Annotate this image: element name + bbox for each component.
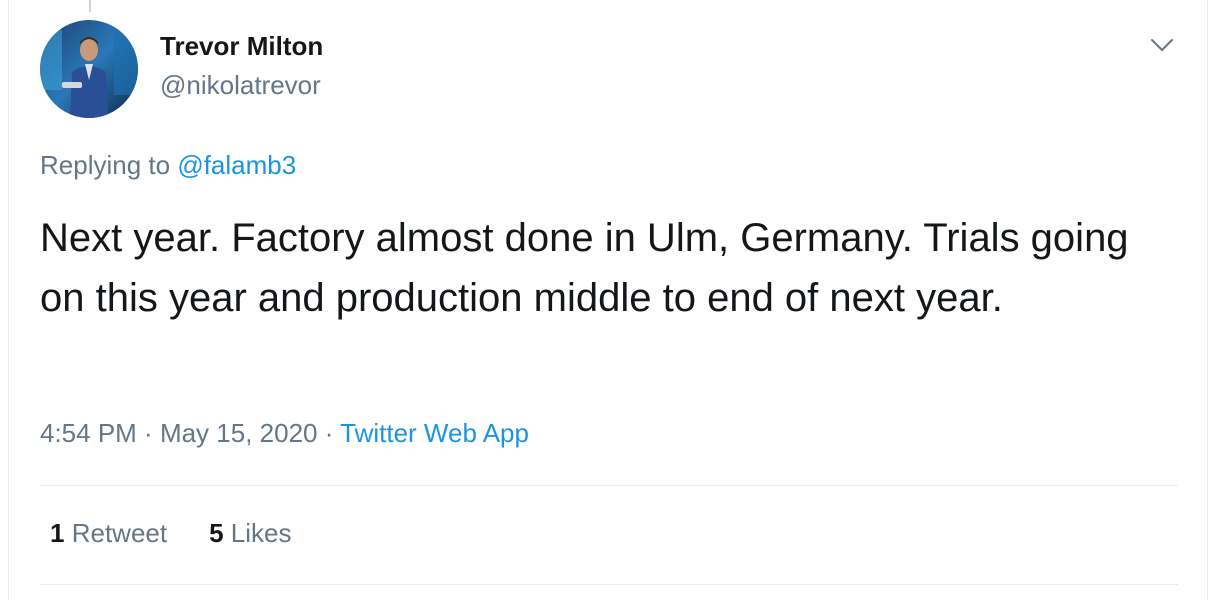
replying-to-label: Replying to xyxy=(40,150,178,180)
chevron-down-icon[interactable] xyxy=(1145,28,1179,62)
meta-separator: · xyxy=(317,418,341,448)
divider xyxy=(40,584,1178,585)
thread-connector-line xyxy=(89,0,91,12)
avatar[interactable] xyxy=(40,20,138,118)
meta-separator: · xyxy=(136,418,160,448)
replying-to-line: Replying to @falamb3 xyxy=(40,150,296,181)
divider xyxy=(40,485,1178,486)
tweet-source-link[interactable]: Twitter Web App xyxy=(340,418,529,448)
retweets-count: 1 xyxy=(50,518,65,548)
tweet-time[interactable]: 4:54 PM xyxy=(40,418,137,448)
tweet-date[interactable]: May 15, 2020 xyxy=(160,418,318,448)
author-display-name[interactable]: Trevor Milton xyxy=(160,31,323,62)
reply-mention-link[interactable]: @falamb3 xyxy=(177,150,296,180)
retweets-label: Retweet xyxy=(71,518,168,548)
likes-count: 5 xyxy=(209,518,224,548)
avatar-image xyxy=(40,20,138,118)
tweet-stats: 1 Retweet 5 Likes xyxy=(50,518,292,549)
author-handle[interactable]: @nikolatrevor xyxy=(160,70,321,101)
tweet-text: Next year. Factory almost done in Ulm, G… xyxy=(40,216,1129,320)
likes-stat[interactable]: 5 Likes xyxy=(209,518,291,549)
likes-label: Likes xyxy=(230,518,292,548)
tweet-card: Trevor Milton @nikolatrevor Replying to … xyxy=(8,0,1208,600)
tweet-meta: 4:54 PM · May 15, 2020 · Twitter Web App xyxy=(40,418,529,449)
retweets-stat[interactable]: 1 Retweet xyxy=(50,518,167,549)
